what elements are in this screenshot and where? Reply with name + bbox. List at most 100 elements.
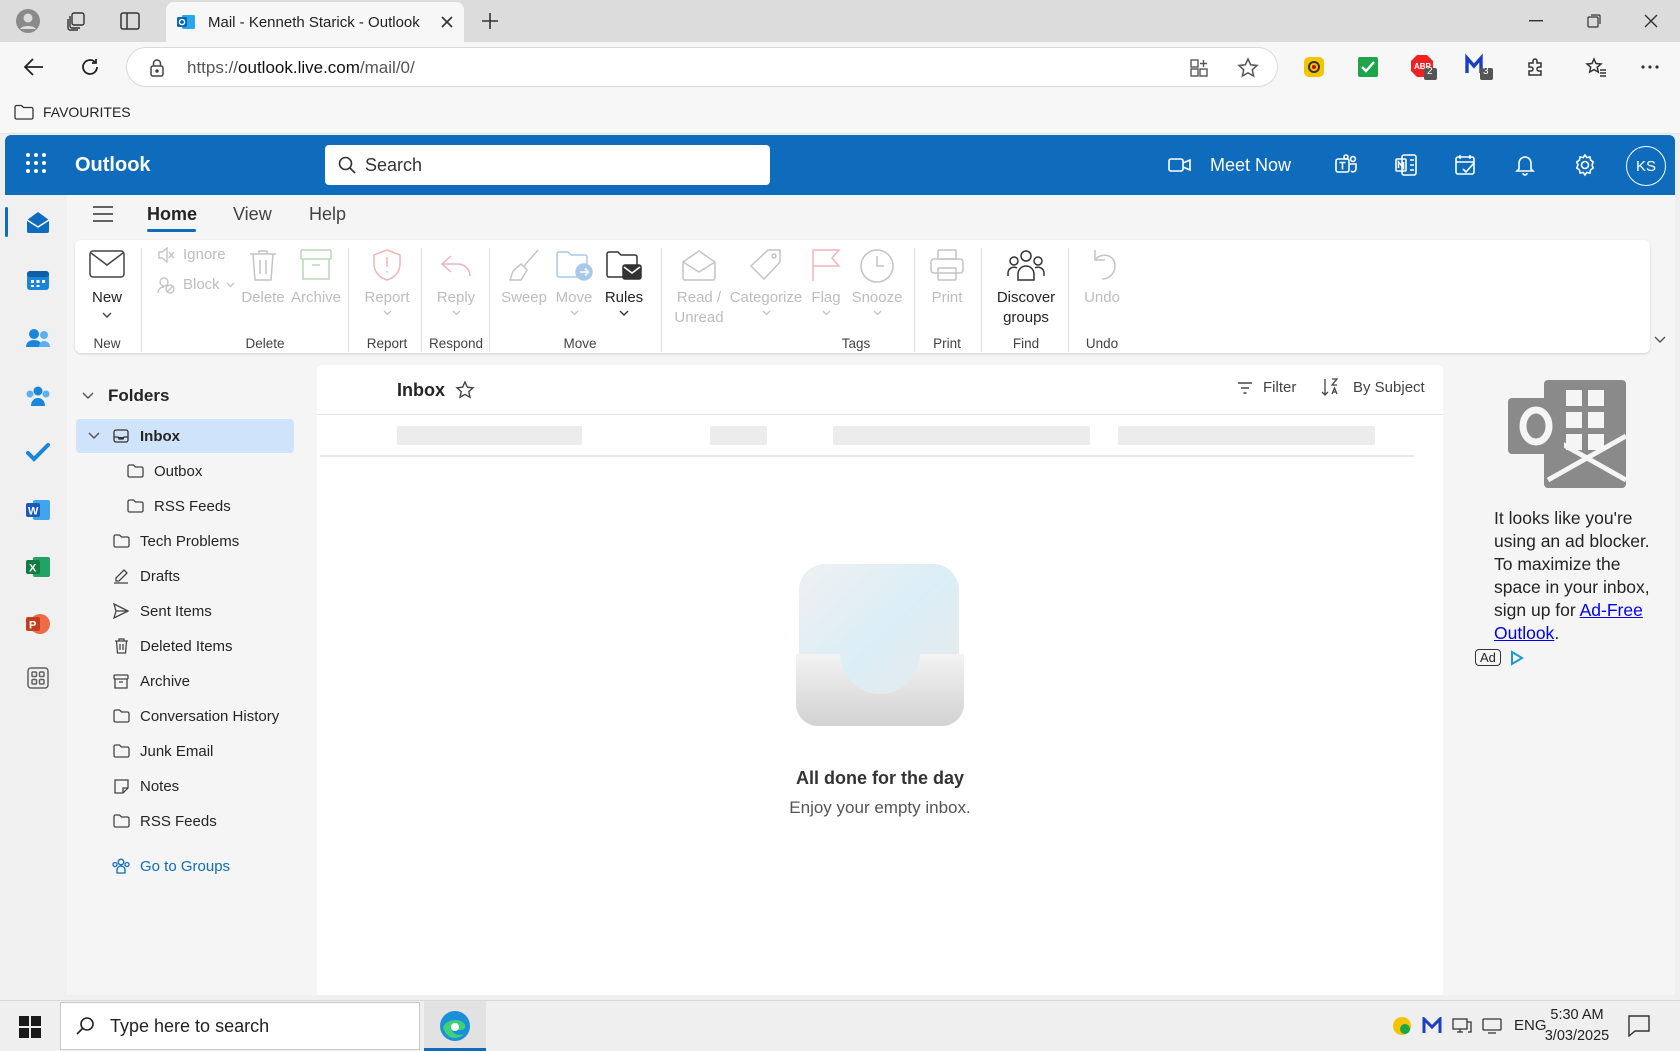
- go-to-groups-link[interactable]: Go to Groups: [76, 849, 294, 883]
- folder-outbox[interactable]: Outbox: [76, 454, 294, 488]
- word-icon[interactable]: W: [24, 496, 52, 524]
- new-mail-button[interactable]: New: [82, 250, 132, 318]
- favorites-icon[interactable]: [1580, 52, 1612, 82]
- chevron-down-icon: [822, 310, 830, 316]
- tab-help[interactable]: Help: [309, 204, 346, 225]
- folder-inbox[interactable]: Inbox: [76, 419, 294, 453]
- more-apps-icon[interactable]: [24, 664, 52, 692]
- extension-yellow-icon[interactable]: [1298, 52, 1330, 82]
- flag-button[interactable]: Flag: [803, 248, 849, 316]
- print-button[interactable]: Print: [922, 248, 972, 308]
- edge-taskbar-button[interactable]: [424, 1001, 486, 1051]
- ad-free-link-2[interactable]: Outlook: [1494, 623, 1554, 643]
- inbox-tray-icon: [112, 427, 130, 445]
- tray-malwarebytes-icon[interactable]: [1422, 1017, 1442, 1035]
- tab-home-underline: [147, 229, 196, 232]
- reply-button[interactable]: Reply: [429, 248, 483, 316]
- mail-icon[interactable]: [24, 208, 52, 236]
- todo-tasks-icon[interactable]: [1451, 150, 1481, 180]
- windows-start-icon[interactable]: [19, 1016, 41, 1038]
- folder-label: Deleted Items: [140, 637, 233, 655]
- folder-notes[interactable]: Notes: [76, 769, 294, 803]
- refresh-icon[interactable]: [74, 52, 106, 82]
- folder-junk-email[interactable]: Junk Email: [76, 734, 294, 768]
- ad-badge[interactable]: Ad: [1475, 649, 1525, 666]
- app-launcher-icon[interactable]: [25, 152, 47, 174]
- active-tab[interactable]: Mail - Kenneth Starick - Outlook: [166, 2, 464, 42]
- ribbon-expand-icon[interactable]: [1654, 336, 1666, 344]
- favorite-star-icon[interactable]: [1237, 57, 1259, 79]
- rules-button[interactable]: Rules: [599, 248, 649, 316]
- report-button[interactable]: Report: [360, 248, 414, 316]
- avatar[interactable]: KS: [1626, 146, 1666, 186]
- read-unread-button[interactable]: Read / Unread: [669, 248, 729, 328]
- move-button[interactable]: Move: [549, 248, 599, 316]
- restore-button[interactable]: [1578, 6, 1610, 36]
- hamburger-menu-icon[interactable]: [92, 205, 114, 223]
- folder-sent-items[interactable]: Sent Items: [76, 594, 294, 628]
- categorize-button[interactable]: Categorize: [729, 248, 803, 316]
- tray-network-icon[interactable]: [1452, 1017, 1472, 1035]
- clock[interactable]: 5:30 AM 3/03/2025: [1536, 1005, 1618, 1047]
- sweep-button[interactable]: Sweep: [499, 248, 549, 308]
- delete-button[interactable]: Delete: [238, 248, 288, 308]
- close-window-button[interactable]: [1635, 6, 1667, 36]
- ad-blocker-message: It looks like you're using an ad blocker…: [1494, 508, 1650, 643]
- tray-display-icon[interactable]: [1482, 1018, 1502, 1034]
- ignore-button[interactable]: Ignore: [157, 245, 226, 265]
- block-button[interactable]: Block: [157, 275, 235, 295]
- workspaces-icon[interactable]: [60, 6, 92, 36]
- ad-free-link-1[interactable]: Ad-Free: [1580, 600, 1643, 620]
- app-available-icon[interactable]: [1189, 58, 1209, 78]
- calendar-icon[interactable]: [24, 266, 52, 294]
- teams-icon[interactable]: [1331, 150, 1361, 180]
- snooze-button[interactable]: Snooze: [849, 248, 905, 316]
- settings-gear-icon[interactable]: [1570, 150, 1600, 180]
- folder-deleted-items[interactable]: Deleted Items: [76, 629, 294, 663]
- todo-check-icon[interactable]: [24, 438, 52, 466]
- meet-now-button[interactable]: Meet Now: [1168, 150, 1318, 180]
- folder-rss-feeds-sub[interactable]: RSS Feeds: [76, 489, 294, 523]
- filter-button[interactable]: Filter: [1237, 379, 1296, 396]
- sort-button[interactable]: By Subject: [1321, 378, 1425, 396]
- folder-rss-feeds[interactable]: RSS Feeds: [76, 804, 294, 838]
- lock-icon[interactable]: [149, 58, 165, 77]
- tab-view[interactable]: View: [233, 204, 272, 225]
- tray-yellow-icon[interactable]: [1392, 1016, 1412, 1036]
- discover-label-1: Discover: [996, 289, 1056, 306]
- new-tab-button[interactable]: [474, 6, 506, 36]
- profile-icon[interactable]: [12, 6, 44, 36]
- folder-archive[interactable]: Archive: [76, 664, 294, 698]
- search-box[interactable]: Search: [325, 145, 770, 185]
- people-icon[interactable]: [24, 324, 52, 352]
- folder-tech-problems[interactable]: Tech Problems: [76, 524, 294, 558]
- favorite-star-icon[interactable]: [455, 380, 475, 400]
- archive-button[interactable]: Archive: [288, 248, 344, 308]
- malwarebytes-extension-icon[interactable]: 3: [1464, 52, 1496, 82]
- notifications-bell-icon[interactable]: [1510, 150, 1540, 180]
- groups-icon[interactable]: [24, 382, 52, 410]
- url-field[interactable]: https://outlook.live.com/mail/0/: [126, 47, 1278, 87]
- powerpoint-icon[interactable]: P: [24, 610, 52, 638]
- close-tab-icon[interactable]: [440, 15, 454, 29]
- more-options-icon[interactable]: [1634, 52, 1666, 82]
- vertical-tabs-icon[interactable]: [114, 6, 146, 36]
- onenote-icon[interactable]: [1391, 150, 1421, 180]
- app-name[interactable]: Outlook: [75, 154, 151, 177]
- back-icon[interactable]: [18, 52, 50, 82]
- excel-icon[interactable]: X: [24, 553, 52, 581]
- folders-header[interactable]: Folders: [82, 379, 300, 413]
- notification-center-icon[interactable]: [1628, 1015, 1650, 1037]
- extension-check-icon[interactable]: [1352, 52, 1384, 82]
- tab-home[interactable]: Home: [147, 204, 197, 225]
- favourites-folder[interactable]: FAVOURITES: [14, 104, 131, 120]
- extensions-puzzle-icon[interactable]: [1520, 52, 1552, 82]
- discover-groups-button[interactable]: Discover groups: [989, 248, 1063, 328]
- folder-conversation-history[interactable]: Conversation History: [76, 699, 294, 733]
- undo-button[interactable]: Undo: [1077, 248, 1127, 308]
- minimize-button[interactable]: [1520, 6, 1552, 36]
- taskbar-search-box[interactable]: Type here to search: [60, 1002, 420, 1050]
- browser-tab-bar: Mail - Kenneth Starick - Outlook: [0, 0, 1680, 42]
- folder-drafts[interactable]: Drafts: [76, 559, 294, 593]
- adblock-extension-icon[interactable]: ABP 2: [1408, 52, 1440, 82]
